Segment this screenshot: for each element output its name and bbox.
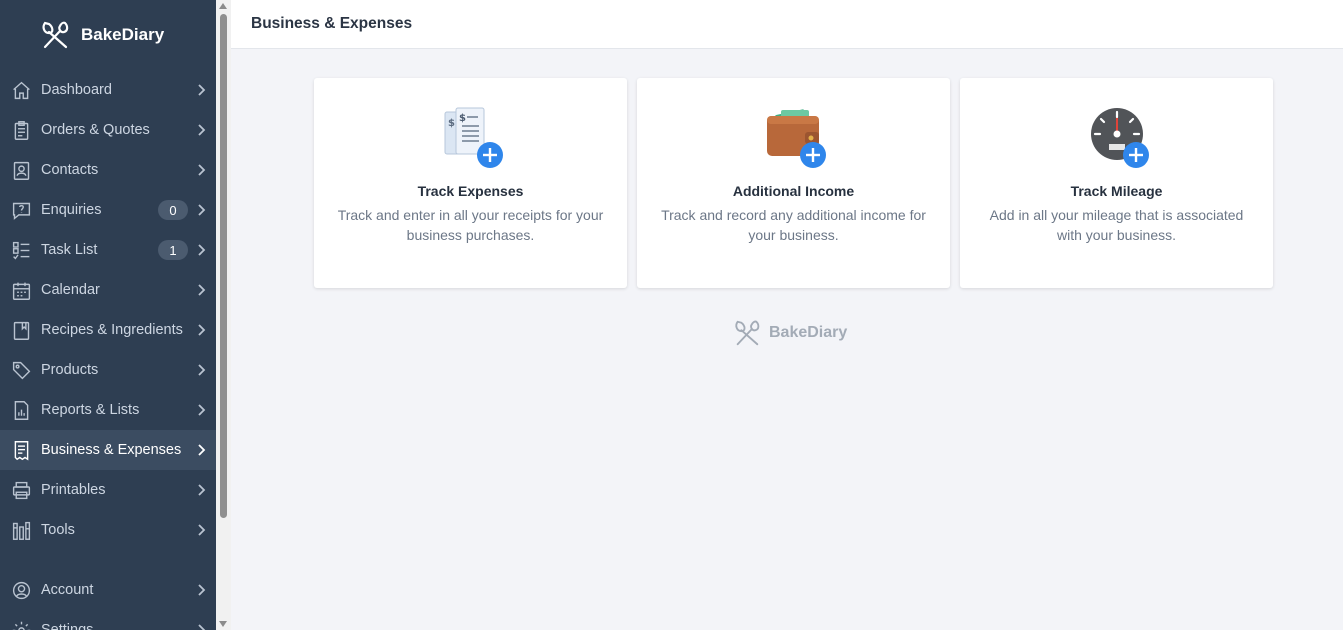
sidebar-item-account[interactable]: Account [0,570,216,610]
chevron-right-icon [194,323,208,337]
chevron-right-icon [194,443,208,457]
sidebar-item-contacts[interactable]: Contacts [0,150,216,190]
sidebar-item-label: Task List [41,242,98,258]
sidebar-item-dashboard[interactable]: Dashboard [0,70,216,110]
sidebar-item-label: Recipes & Ingredients [41,322,183,338]
chevron-right-icon [194,583,208,597]
chevron-right-icon [194,123,208,137]
scroll-down-arrow-icon[interactable] [219,621,227,627]
track-mileage-card[interactable]: Track Mileage Add in all your mileage th… [960,78,1273,288]
contact-card-icon [10,159,32,181]
sidebar-item-label: Calendar [41,282,100,298]
card-description: Track and enter in all your receipts for… [337,207,604,243]
sidebar-item-reports-lists[interactable]: Reports & Lists [0,390,216,430]
chevron-right-icon [194,403,208,417]
home-icon [10,79,32,101]
footer-logo: BakeDiary [731,318,847,348]
footer-brand-name: BakeDiary [769,324,848,341]
chevron-right-icon [194,83,208,97]
chevron-right-icon [194,243,208,257]
card-title: Track Mileage [1070,183,1163,199]
sidebar-item-label: Enquiries [41,202,102,218]
clipboard-icon [10,119,32,141]
card-description: Add in all your mileage that is associat… [989,207,1244,243]
track-expenses-card[interactable]: $ $ Track Expenses Track and enter in al… [314,78,627,288]
sidebar-nav: Dashboard Orders & Quotes Contacts Enqui… [0,70,216,630]
gear-icon [10,619,32,630]
account-icon [10,579,32,601]
sidebar-item-enquiries[interactable]: Enquiries 0 [0,190,216,230]
whisk-spoon-logo-icon [42,21,69,49]
enquiries-count-badge: 0 [158,200,188,220]
sidebar-item-tools[interactable]: Tools [0,510,216,550]
task-count-badge: 1 [158,240,188,260]
sidebar-scrollbar[interactable] [216,0,231,630]
svg-text:$: $ [459,113,466,124]
receipt-icon [10,439,32,461]
sidebar-item-label: Settings [41,622,94,630]
wallet-plus-icon [759,106,829,168]
sidebar-item-label: Orders & Quotes [41,122,150,138]
page-title: Business & Expenses [251,15,413,32]
svg-text:$: $ [448,118,455,129]
sidebar-item-orders-quotes[interactable]: Orders & Quotes [0,110,216,150]
brand-name: BakeDiary [81,25,165,44]
chevron-right-icon [194,203,208,217]
chevron-right-icon [194,363,208,377]
page-header: Business & Expenses [231,0,1343,49]
nav-spacer [0,550,216,570]
checklist-icon [10,239,32,261]
business-cards: $ $ Track Expenses Track and enter in al… [314,78,1273,288]
chevron-right-icon [194,483,208,497]
chevron-right-icon [194,163,208,177]
chevron-right-icon [194,523,208,537]
sidebar-item-printables[interactable]: Printables [0,470,216,510]
sidebar-item-label: Products [41,362,99,378]
tools-icon [10,519,32,541]
sidebar: BakeDiary Dashboard Orders & Quotes Cont… [0,0,216,630]
printer-icon [10,479,32,501]
sidebar-item-products[interactable]: Products [0,350,216,390]
card-title: Track Expenses [417,183,524,199]
whisk-spoon-logo-icon [735,320,760,346]
tag-icon [10,359,32,381]
sidebar-item-label: Reports & Lists [41,402,140,418]
chevron-right-icon [194,623,208,630]
sidebar-item-label: Contacts [41,162,99,178]
sidebar-item-calendar[interactable]: Calendar [0,270,216,310]
brand-logo[interactable]: BakeDiary [0,0,216,70]
sidebar-item-settings[interactable]: Settings [0,610,216,630]
book-icon [10,319,32,341]
chevron-right-icon [194,283,208,297]
sidebar-item-label: Business & Expenses [41,442,182,458]
question-bubble-icon [10,199,32,221]
additional-income-card[interactable]: Additional Income Track and record any a… [637,78,950,288]
sidebar-item-recipes-ingredients[interactable]: Recipes & Ingredients [0,310,216,350]
scroll-up-arrow-icon[interactable] [219,3,227,9]
report-icon [10,399,32,421]
sidebar-item-label: Tools [41,522,75,538]
sidebar-item-label: Printables [41,482,106,498]
card-title: Additional Income [732,183,855,199]
scroll-thumb[interactable] [220,14,227,518]
sidebar-item-business-expenses[interactable]: Business & Expenses [0,430,216,470]
receipts-plus-icon: $ $ [436,106,506,168]
card-description: Track and record any additional income f… [661,207,926,243]
sidebar-item-label: Account [41,582,94,598]
speedometer-plus-icon [1082,106,1152,168]
sidebar-item-label: Dashboard [41,82,112,98]
sidebar-item-task-list[interactable]: Task List 1 [0,230,216,270]
calendar-icon [10,279,32,301]
